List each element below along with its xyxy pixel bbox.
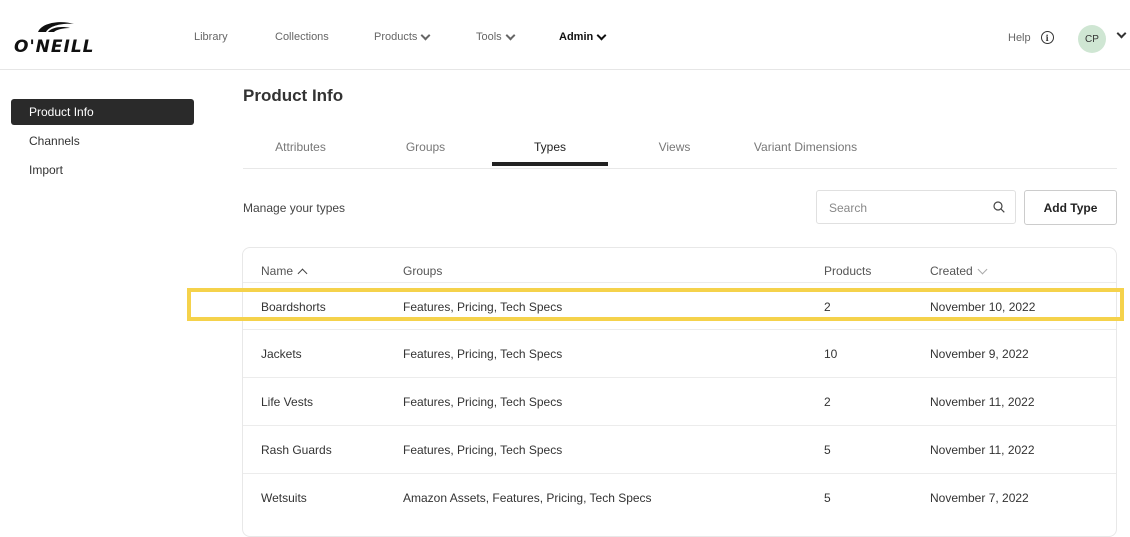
column-header-products: Products <box>824 264 871 278</box>
cell-name: Rash Guards <box>261 442 332 457</box>
nav-admin-label: Admin <box>559 31 594 43</box>
tab-label: Groups <box>405 140 446 154</box>
cell-groups: Features, Pricing, Tech Specs <box>403 394 563 409</box>
cell-products: 5 <box>824 490 831 505</box>
cell-products: 5 <box>824 442 831 457</box>
column-header-name[interactable]: Name <box>261 264 308 278</box>
sort-ascending-icon <box>297 268 308 278</box>
column-header-label: Created <box>930 264 973 278</box>
section-subtitle: Manage your types <box>243 201 346 215</box>
cell-groups: Amazon Assets, Features, Pricing, Tech S… <box>403 490 652 505</box>
nav-collections[interactable]: Collections <box>275 31 329 43</box>
chevron-down-icon <box>505 30 516 40</box>
nav-library[interactable]: Library <box>194 31 228 43</box>
search-input[interactable] <box>827 200 991 216</box>
nav-admin[interactable]: Admin <box>559 30 607 43</box>
search-icon[interactable] <box>993 201 1005 213</box>
info-icon: i <box>1040 31 1054 44</box>
nav-collections-label: Collections <box>275 31 329 43</box>
cell-name: Boardshorts <box>261 299 326 314</box>
sidebar-item-label: Product Info <box>29 105 94 119</box>
cell-created: November 11, 2022 <box>930 442 1035 457</box>
sidebar-item-channels[interactable]: Channels <box>11 128 194 154</box>
nav-products-label: Products <box>374 31 418 43</box>
sort-descending-icon <box>977 264 988 274</box>
chevron-down-icon <box>420 30 431 40</box>
help-link[interactable]: Help i <box>1008 31 1054 44</box>
cell-products: 2 <box>824 394 831 409</box>
cell-groups: Features, Pricing, Tech Specs <box>403 442 563 457</box>
tab-variant-dimensions[interactable]: Variant Dimensions <box>743 128 868 166</box>
sidebar-item-label: Channels <box>29 134 80 148</box>
tab-label: Views <box>658 140 691 154</box>
cell-name: Life Vests <box>261 394 314 409</box>
column-header-label: Name <box>261 264 294 278</box>
table-row[interactable]: Wetsuits Amazon Assets, Features, Pricin… <box>243 473 1116 521</box>
cell-groups: Features, Pricing, Tech Specs <box>403 346 563 361</box>
sidebar-item-product-info[interactable]: Product Info <box>11 99 194 125</box>
brand-logo[interactable]: O'NEILL <box>14 22 104 57</box>
wave-logo-icon <box>38 22 74 32</box>
cell-name: Wetsuits <box>261 490 307 505</box>
cell-created: November 10, 2022 <box>930 299 1036 314</box>
cell-groups: Features, Pricing, Tech Specs <box>403 299 563 314</box>
chevron-down-icon <box>596 30 607 40</box>
column-header-created[interactable]: Created <box>930 264 988 278</box>
top-navigation-bar: O'NEILL Library Collections Products Too… <box>0 0 1130 70</box>
column-header-groups: Groups <box>403 264 442 278</box>
table-row[interactable]: Life Vests Features, Pricing, Tech Specs… <box>243 377 1116 425</box>
page-title: Product Info <box>243 86 344 105</box>
tab-types[interactable]: Types <box>492 128 608 166</box>
help-label: Help <box>1008 31 1031 44</box>
brand-wordmark: O'NEILL <box>14 37 95 57</box>
cell-products: 2 <box>824 299 831 314</box>
search-box <box>816 190 1016 224</box>
tab-attributes[interactable]: Attributes <box>243 128 358 166</box>
nav-library-label: Library <box>194 31 228 43</box>
account-chevron-down-icon[interactable] <box>1116 28 1127 39</box>
tab-groups[interactable]: Groups <box>368 128 483 166</box>
table-row[interactable]: Boardshorts Features, Pricing, Tech Spec… <box>243 282 1116 330</box>
nav-tools-label: Tools <box>476 31 502 43</box>
nav-tools[interactable]: Tools <box>476 30 516 43</box>
tab-views[interactable]: Views <box>617 128 732 166</box>
nav-products[interactable]: Products <box>374 30 431 43</box>
tab-bar: Attributes Groups Types Views Variant Di… <box>243 128 1117 169</box>
cell-created: November 7, 2022 <box>930 490 1029 505</box>
user-avatar[interactable]: CP <box>1078 25 1106 53</box>
cell-created: November 9, 2022 <box>930 346 1029 361</box>
sidebar-item-label: Import <box>29 163 64 177</box>
avatar-initials: CP <box>1085 33 1099 45</box>
tab-label: Attributes <box>275 140 326 154</box>
tab-label: Types <box>533 140 566 154</box>
column-header-label: Products <box>824 264 872 278</box>
tab-label: Variant Dimensions <box>753 140 858 154</box>
sidebar-item-import[interactable]: Import <box>11 157 194 183</box>
cell-products: 10 <box>824 346 838 361</box>
cell-created: November 11, 2022 <box>930 394 1035 409</box>
table-row[interactable]: Rash Guards Features, Pricing, Tech Spec… <box>243 425 1116 473</box>
column-header-label: Groups <box>403 264 443 278</box>
add-type-button[interactable]: Add Type <box>1024 190 1117 225</box>
table-row[interactable]: Jackets Features, Pricing, Tech Specs 10… <box>243 329 1116 377</box>
cell-name: Jackets <box>261 346 302 361</box>
